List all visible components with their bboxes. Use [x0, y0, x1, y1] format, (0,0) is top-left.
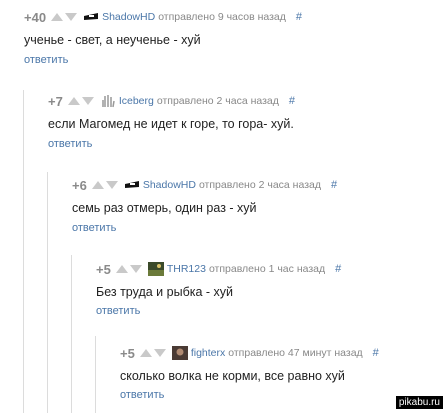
downvote-arrow-icon[interactable] — [129, 265, 142, 273]
comment-rating: +5 — [96, 261, 111, 277]
reply-link[interactable]: ответить — [72, 222, 116, 234]
comment-text: сколько волка не корми, все равно хуй — [120, 369, 345, 383]
comment-permalink[interactable]: # — [335, 263, 341, 275]
photo-avatar-icon[interactable] — [171, 346, 188, 360]
upvote-arrow-icon[interactable] — [139, 349, 152, 357]
thread-line — [95, 336, 96, 413]
thread-line — [23, 90, 24, 413]
comment-header: +6 ShadowHD отправлено 2 часа назад # — [72, 176, 337, 194]
thread-line — [71, 255, 72, 413]
comment-rating: +5 — [120, 345, 135, 361]
landscape-avatar-icon[interactable] — [147, 262, 164, 276]
reply-link[interactable]: ответить — [24, 54, 68, 66]
upvote-arrow-icon[interactable] — [115, 265, 128, 273]
comment-header: +5 THR123 отправлено 1 час назад # — [96, 260, 341, 278]
ninja-avatar-icon[interactable] — [83, 10, 99, 24]
comment-rating: +7 — [48, 93, 63, 109]
site-watermark: pikabu.ru — [395, 396, 443, 409]
comment-permalink[interactable]: # — [331, 179, 337, 191]
comment-username[interactable]: ShadowHD — [143, 179, 196, 191]
comment-username[interactable]: Iceberg — [119, 95, 154, 107]
downvote-arrow-icon[interactable] — [65, 13, 78, 21]
comment-header: +5 fighterx отправлено 47 минут назад # — [120, 344, 379, 362]
hand-avatar-icon[interactable] — [100, 94, 116, 108]
comment-header: +40 ShadowHD отправлено 9 часов назад # — [24, 8, 302, 26]
thread-line — [47, 172, 48, 413]
reply-link[interactable]: ответить — [48, 138, 92, 150]
downvote-arrow-icon[interactable] — [105, 181, 118, 189]
comment-header: +7 Iceberg отправлено 2 часа назад # — [48, 92, 295, 110]
upvote-arrow-icon[interactable] — [51, 13, 64, 21]
comment-timestamp: отправлено 2 часа назад — [198, 179, 321, 191]
comment-text: семь раз отмерь, один раз - хуй — [72, 201, 257, 215]
comment-username[interactable]: ShadowHD — [102, 11, 155, 23]
comment-timestamp: отправлено 9 часов назад — [158, 11, 286, 23]
comment-text: ученье - свет, а неученье - хуй — [24, 33, 201, 47]
reply-link[interactable]: ответить — [96, 305, 140, 317]
comment-rating: +6 — [72, 177, 87, 193]
comment-timestamp: отправлено 47 минут назад — [228, 347, 363, 359]
comment-timestamp: отправлено 1 час назад — [208, 263, 326, 275]
downvote-arrow-icon[interactable] — [153, 349, 166, 357]
ninja-avatar-icon[interactable] — [124, 178, 140, 192]
comment-permalink[interactable]: # — [296, 11, 302, 23]
comment-timestamp: отправлено 2 часа назад — [156, 95, 279, 107]
comment-text: если Магомед не идет к горе, то гора- ху… — [48, 117, 294, 131]
comment-text: Без труда и рыбка - хуй — [96, 285, 234, 299]
upvote-arrow-icon[interactable] — [67, 97, 80, 105]
downvote-arrow-icon[interactable] — [81, 97, 94, 105]
comment-username[interactable]: THR123 — [167, 263, 206, 275]
upvote-arrow-icon[interactable] — [91, 181, 104, 189]
comment-username[interactable]: fighterx — [191, 347, 225, 359]
comment-rating: +40 — [24, 9, 47, 25]
reply-link[interactable]: ответить — [120, 389, 164, 401]
comment-permalink[interactable]: # — [373, 347, 379, 359]
comment-permalink[interactable]: # — [289, 95, 295, 107]
